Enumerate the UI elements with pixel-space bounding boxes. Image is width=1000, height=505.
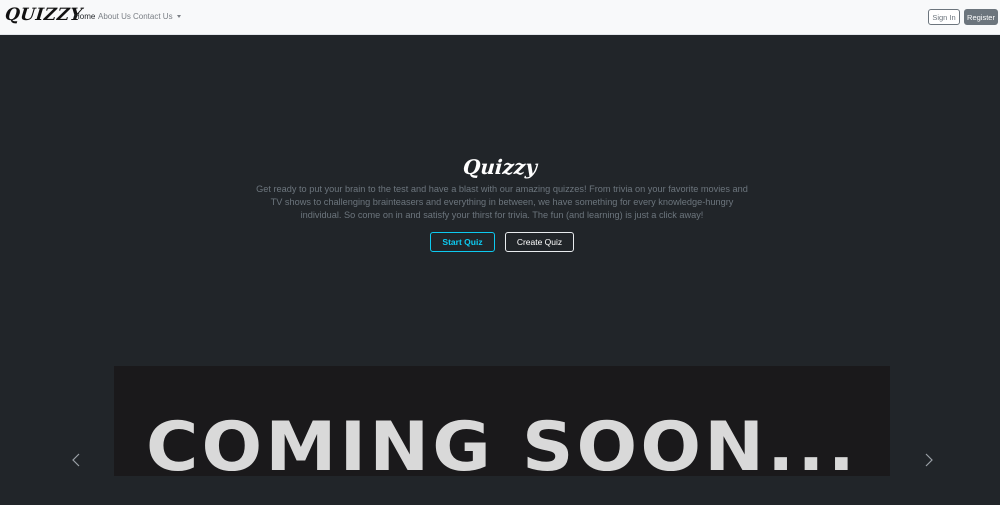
sign-in-button[interactable]: Sign In [928, 9, 960, 25]
carousel-slide: COMING SOON... [114, 366, 890, 476]
coming-soon-banner: COMING SOON... [146, 408, 858, 477]
nav-link-home[interactable]: Home [74, 12, 95, 21]
brand-logo[interactable]: QUIZZY [4, 5, 84, 25]
chevron-left-icon [71, 453, 81, 467]
caret-down-icon [176, 15, 181, 19]
hero-description: Get ready to put your brain to the test … [256, 184, 748, 220]
nav-link-about[interactable]: About Us [98, 12, 131, 21]
start-quiz-button[interactable]: Start Quiz [430, 232, 495, 252]
nav-dropdown-contact[interactable]: Contact Us [133, 12, 181, 21]
chevron-right-icon [924, 453, 934, 467]
navbar: QUIZZY Home About Us Contact Us Sign In … [0, 0, 1000, 35]
create-quiz-button[interactable]: Create Quiz [505, 232, 574, 252]
nav-link-contact-label: Contact Us [133, 12, 173, 21]
carousel-next-button[interactable] [919, 450, 939, 470]
register-button[interactable]: Register [964, 9, 998, 25]
carousel-prev-button[interactable] [66, 450, 86, 470]
hero-title: Quizzy [462, 155, 538, 179]
